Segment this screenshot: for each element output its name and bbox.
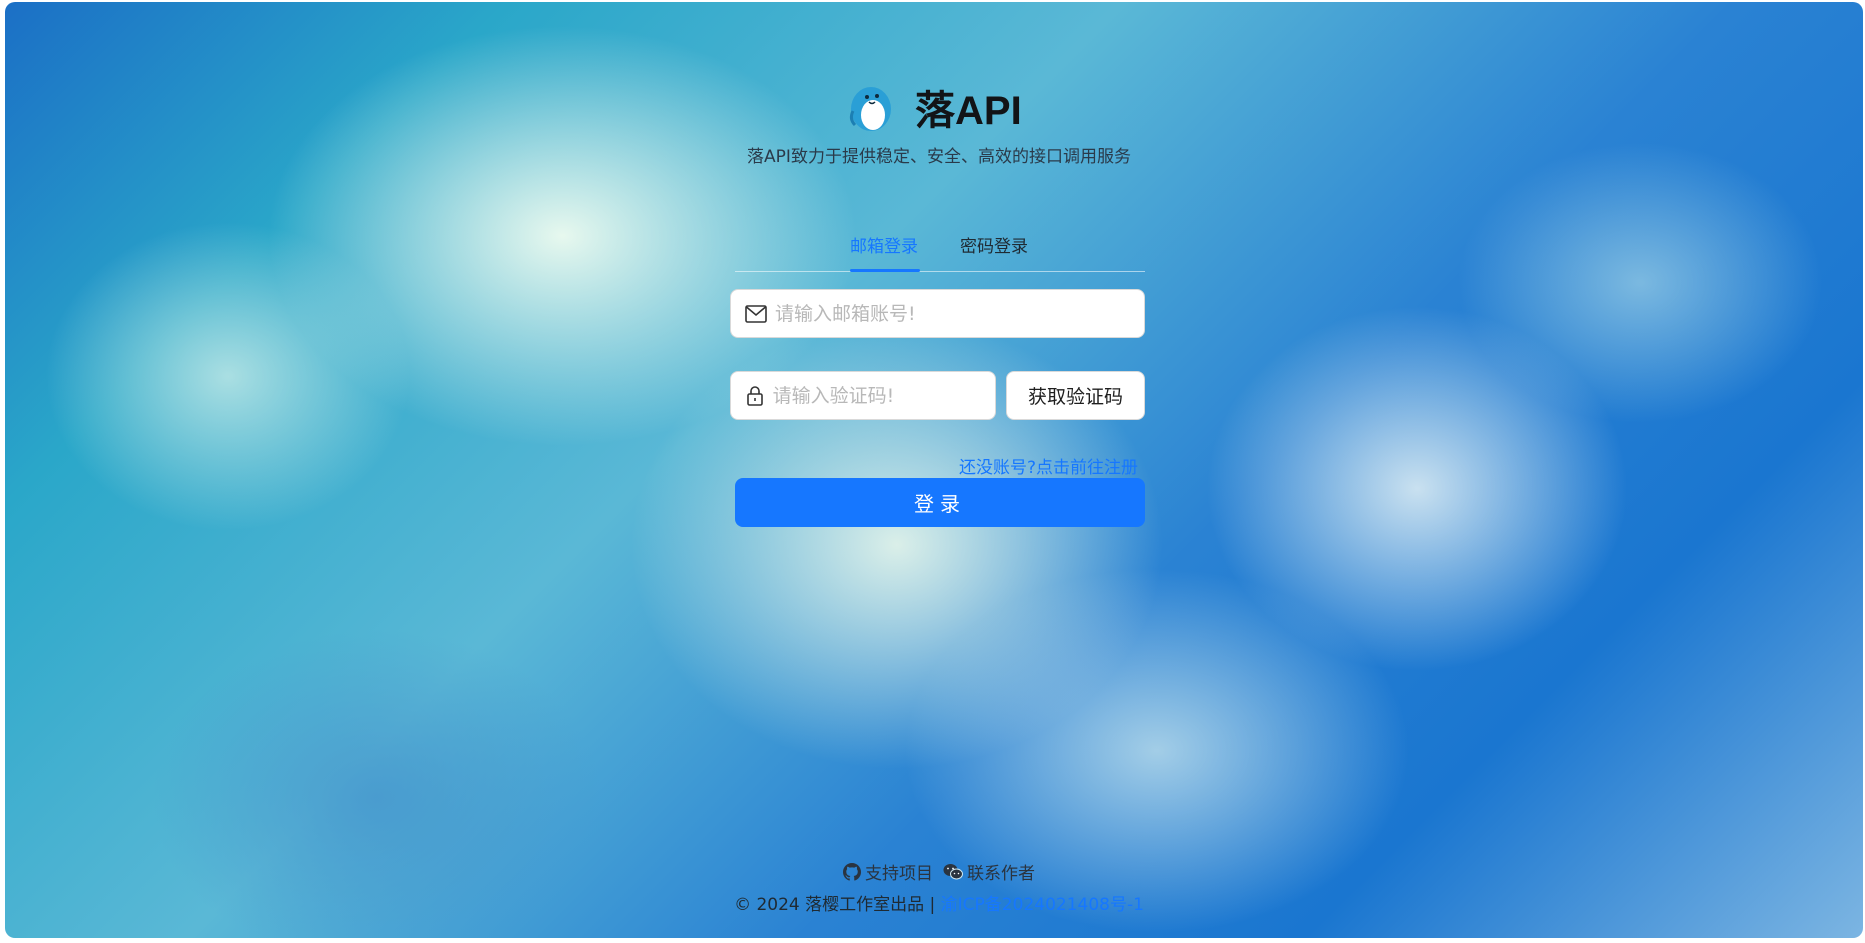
login-background: 落API 落API致力于提供稳定、安全、高效的接口调用服务 邮箱登录 密码登录 … (5, 2, 1863, 938)
tab-email-login[interactable]: 邮箱登录 (850, 232, 918, 267)
login-tabs: 邮箱登录 密码登录 (735, 224, 1145, 272)
mail-icon (745, 303, 767, 325)
wechat-icon (943, 863, 963, 879)
brand-header: 落API (845, 78, 1022, 136)
contact-author-link[interactable]: 联系作者 (943, 859, 1035, 884)
code-input[interactable] (772, 384, 995, 407)
icp-link[interactable]: 渝ICP备2024021408号-1 (941, 895, 1144, 915)
app-subtitle: 落API致力于提供稳定、安全、高效的接口调用服务 (747, 147, 1131, 167)
footer-copyright: © 2024 落樱工作室出品 | 渝ICP备2024021408号-1 (5, 890, 1863, 915)
penguin-logo-icon (849, 87, 891, 131)
email-field[interactable] (730, 289, 1145, 338)
contact-author-label: 联系作者 (967, 864, 1035, 884)
support-project-label: 支持项目 (865, 864, 933, 884)
copyright-text: © 2024 落樱工作室出品 | (734, 895, 941, 915)
lock-icon (745, 385, 765, 407)
code-field[interactable] (730, 371, 996, 420)
tab-password-login[interactable]: 密码登录 (960, 232, 1028, 267)
github-icon (843, 862, 861, 881)
footer-links: 支持项目 联系作者 (5, 859, 1863, 884)
register-link[interactable]: 还没账号?点击前往注册 (959, 453, 1138, 478)
login-button[interactable]: 登录 (735, 478, 1145, 527)
support-project-link[interactable]: 支持项目 (843, 859, 933, 884)
email-input[interactable] (775, 302, 1144, 325)
tab-active-indicator (850, 269, 920, 272)
app-title: 落API (915, 89, 1022, 133)
get-code-button[interactable]: 获取验证码 (1006, 371, 1145, 420)
